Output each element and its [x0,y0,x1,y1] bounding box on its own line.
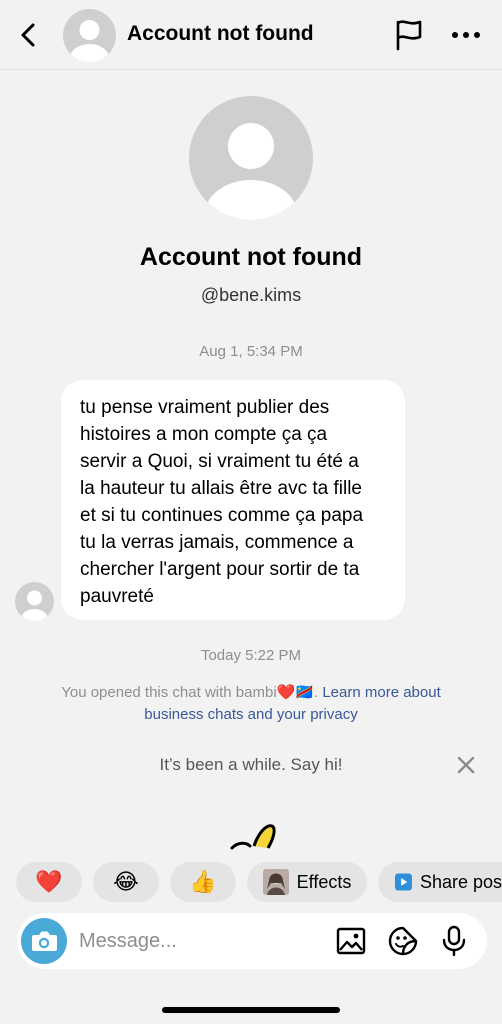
gallery-icon [336,927,366,955]
business-chat-notice: You opened this chat with bambi❤️🇨🇩. Lea… [40,682,462,726]
avatar-placeholder-icon [20,590,49,621]
notice-text: You opened this chat with bambi❤️🇨🇩. [61,684,319,701]
home-indicator [162,1007,340,1013]
message-text: tu pense vraiment publier des histoires … [80,397,364,607]
avatar-placeholder-icon [69,20,110,62]
quick-react-laugh[interactable]: 😂 [93,862,159,902]
sticker-button[interactable] [386,924,420,958]
header-avatar[interactable] [63,9,116,62]
say-hi-prompt: It’s been a while. Say hi! [159,755,343,774]
recent-timestamp: Today 5:22 PM [200,647,302,664]
more-icon [452,32,480,38]
dismiss-button[interactable] [454,753,478,777]
chat-header: Account not found [0,0,502,70]
close-icon [457,756,475,774]
thumbs-up-emoji-icon: 👍 [189,869,217,894]
chevron-left-icon [21,23,35,47]
more-options-button[interactable] [449,22,483,48]
avatar-placeholder-icon [205,123,297,220]
play-icon [395,873,412,891]
effects-thumbnail-icon [262,869,289,895]
heart-emoji-icon: ❤️ [35,869,63,894]
wave-sticker[interactable] [228,820,280,850]
camera-button[interactable] [21,918,67,964]
microphone-button[interactable] [437,924,471,958]
camera-icon [32,931,57,951]
profile-name: Account not found [139,243,363,271]
profile-avatar[interactable] [189,96,313,220]
header-title[interactable]: Account not found [127,22,314,46]
back-button[interactable] [14,20,44,50]
effects-button[interactable]: Effects [247,862,367,902]
profile-handle: @bene.kims [200,285,302,305]
share-post-button[interactable]: Share pos [378,862,502,902]
wave-hand-icon [230,824,276,850]
report-button[interactable] [393,18,425,52]
quick-react-heart[interactable]: ❤️ [16,862,82,902]
message-composer [17,913,487,969]
incoming-message-bubble[interactable]: tu pense vraiment publier des histoires … [61,380,405,620]
laughing-emoji-icon: 😂 [113,869,139,894]
flag-icon [396,20,422,51]
quick-react-thumbs-up[interactable]: 👍 [170,862,236,902]
message-input[interactable] [79,927,319,955]
microphone-icon [442,925,466,957]
sticker-icon [388,926,418,956]
message-timestamp: Aug 1, 5:34 PM [199,343,303,360]
share-post-label: Share pos [419,871,502,892]
gallery-button[interactable] [334,924,368,958]
effects-label: Effects [296,871,352,892]
sender-avatar[interactable] [15,582,54,621]
